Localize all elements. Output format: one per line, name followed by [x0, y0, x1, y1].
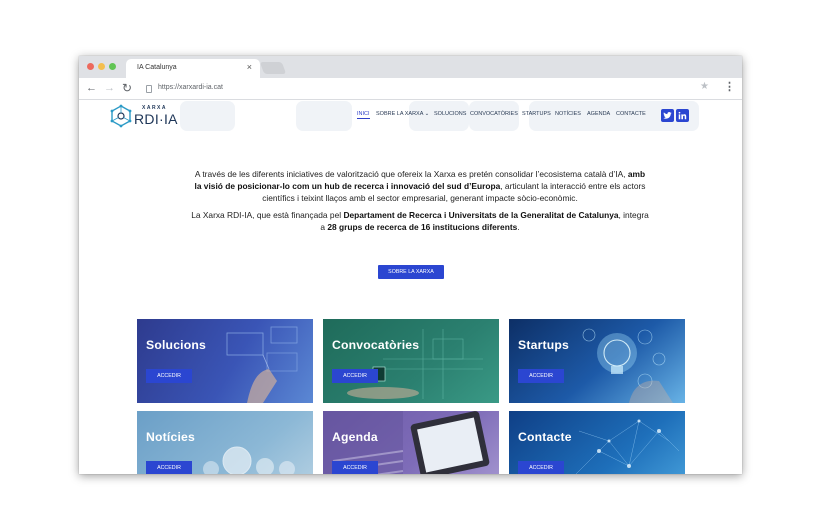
card-access-button[interactable]: Accedir: [518, 369, 564, 383]
nav-item-contacte[interactable]: Contacte: [616, 111, 646, 117]
intro-bold-span: 28 grups de recerca de 16 institucions d…: [327, 221, 518, 232]
ai-chip-illustration: [347, 329, 483, 399]
new-tab-button[interactable]: [259, 62, 287, 74]
card-access-button[interactable]: Accedir: [146, 369, 192, 383]
arrow-left-icon[interactable]: ←: [86, 82, 97, 94]
card-access-button[interactable]: Accedir: [332, 461, 378, 474]
arrow-right-icon[interactable]: →: [104, 82, 115, 94]
twitter-icon[interactable]: [661, 109, 674, 122]
nav-item-convocatories[interactable]: Convocatòries: [470, 111, 518, 117]
card-noticies[interactable]: Notícies Accedir: [137, 411, 313, 474]
card-title: Agenda: [332, 430, 378, 444]
intro-paragraph-2: La Xarxa RDI-IA, que està finançada pel …: [191, 209, 649, 233]
card-contacte[interactable]: Contacte Accedir: [509, 411, 685, 474]
nav-item-inici[interactable]: Inici: [357, 111, 370, 119]
web-page: XARXA RDI·IA Inici Sobre la Xarxa ⌄ Solu…: [79, 100, 742, 474]
linkedin-logo-icon: [678, 111, 687, 120]
card-title: Solucions: [146, 338, 207, 352]
close-window-button[interactable]: [87, 63, 94, 70]
maximize-window-button[interactable]: [109, 63, 116, 70]
card-title: Convocatòries: [332, 338, 420, 352]
nav-item-agenda[interactable]: Agenda: [587, 111, 610, 117]
intro-text-span: La Xarxa RDI-IA, que està finançada pel: [191, 209, 344, 220]
card-title: Notícies: [146, 430, 196, 444]
about-network-button[interactable]: Sobre la Xarxa: [378, 265, 444, 279]
intro-bold-span: Departament de Recerca i Universitats de…: [343, 209, 619, 220]
kebab-menu-icon[interactable]: ⋮: [724, 81, 735, 93]
card-agenda[interactable]: Agenda Accedir: [323, 411, 499, 474]
intro-paragraph-1: A través de les diferents iniciatives de…: [191, 168, 649, 205]
tab-title: IA Catalunya: [137, 64, 177, 71]
reload-icon[interactable]: ↻: [122, 82, 132, 94]
card-convocatories[interactable]: Convocatòries Accedir: [323, 319, 499, 403]
card-access-button[interactable]: Accedir: [518, 461, 564, 474]
star-icon[interactable]: ★: [700, 81, 709, 93]
nav-item-noticies[interactable]: Notícies: [555, 111, 581, 117]
card-access-button[interactable]: Accedir: [146, 461, 192, 474]
browser-window: IA Catalunya × ← → ↻ https://xarxardi-ia…: [79, 56, 742, 474]
browser-toolbar: ← → ↻ https://xarxardi-ia.cat ★ ⋮: [79, 78, 742, 100]
minimize-window-button[interactable]: [98, 63, 105, 70]
url-text[interactable]: https://xarxardi-ia.cat: [158, 84, 223, 91]
nav-item-solucions[interactable]: Solucions: [434, 111, 466, 117]
linkedin-icon[interactable]: [676, 109, 689, 122]
digital-hand-illustration: [226, 326, 298, 403]
tab-strip: IA Catalunya ×: [79, 56, 742, 78]
intro-text: A través de les diferents iniciatives de…: [191, 168, 649, 237]
card-access-button[interactable]: Accedir: [332, 369, 378, 383]
intro-text-span: .: [517, 221, 520, 232]
nav-item-startups[interactable]: Startups: [522, 111, 551, 117]
card-startups[interactable]: Startups Accedir: [509, 319, 685, 403]
browser-tab[interactable]: IA Catalunya ×: [126, 59, 260, 78]
card-solucions[interactable]: Solucions Accedir: [137, 319, 313, 403]
nav-item-sobre-la-xarxa[interactable]: Sobre la Xarxa ⌄: [376, 111, 429, 117]
twitter-bird-icon: [663, 112, 672, 119]
address-bar[interactable]: https://xarxardi-ia.cat: [141, 81, 715, 97]
page-info-icon[interactable]: [146, 85, 152, 93]
main-menu: Inici Sobre la Xarxa ⌄ Solucions Convoca…: [79, 111, 742, 121]
card-title: Contacte: [518, 430, 572, 444]
site-header: XARXA RDI·IA Inici Sobre la Xarxa ⌄ Solu…: [79, 100, 742, 132]
lightbulb-illustration: [582, 328, 673, 403]
card-title: Startups: [518, 338, 570, 352]
close-tab-icon[interactable]: ×: [247, 62, 252, 72]
intro-text-span: A través de les diferents iniciatives de…: [194, 169, 628, 179]
